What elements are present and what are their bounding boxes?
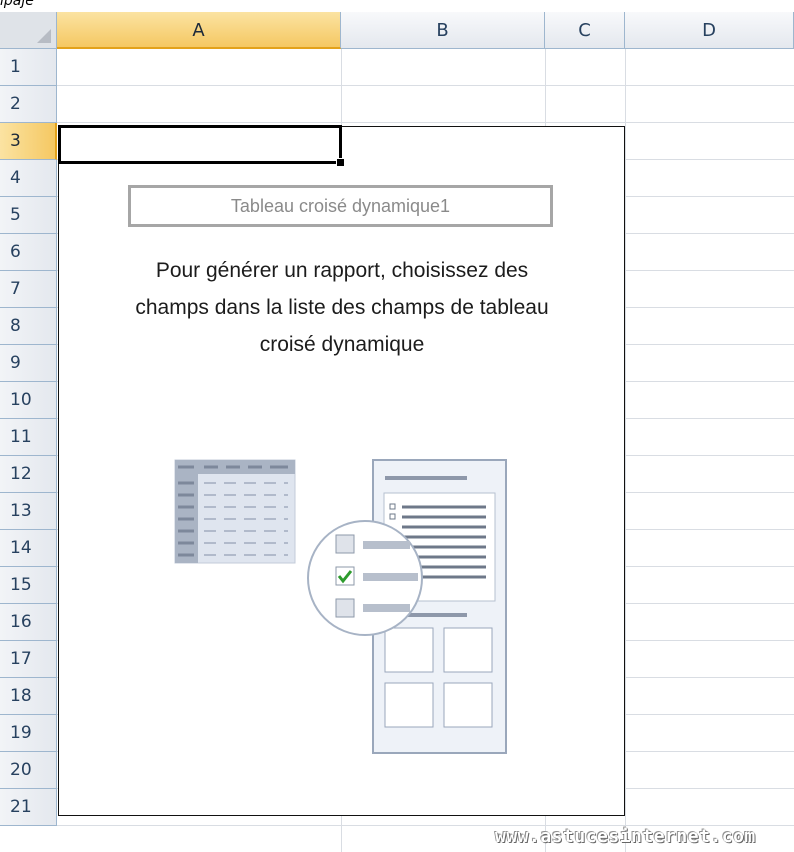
row-header-8[interactable]: 8: [0, 308, 57, 345]
row-header-21[interactable]: 21: [0, 789, 57, 826]
row-header-2[interactable]: 2: [0, 86, 57, 123]
column-gridline: [625, 49, 626, 852]
pivot-instruction-line: champs dans la liste des champs de table…: [135, 296, 549, 319]
column-header-c[interactable]: C: [545, 12, 625, 49]
row-header-7[interactable]: 7: [0, 271, 57, 308]
row-header-3[interactable]: 3: [0, 123, 57, 160]
pivot-instruction-line: croisé dynamique: [259, 333, 425, 356]
row-header-20[interactable]: 20: [0, 752, 57, 789]
cropped-label: ipaje: [0, 0, 34, 9]
column-header-a[interactable]: A: [57, 12, 341, 49]
watermark: www.astucesinternet.com: [495, 826, 756, 847]
pivot-field-list-illustration: [174, 459, 507, 754]
row-header-19[interactable]: 19: [0, 715, 57, 752]
row-header-18[interactable]: 18: [0, 678, 57, 715]
pivot-table-name: Tableau croisé dynamique1: [128, 185, 553, 227]
pivot-instruction-text: Pour générer un rapport, choisissez des …: [72, 252, 612, 363]
row-gridline: [57, 85, 794, 86]
row-header-12[interactable]: 12: [0, 456, 57, 493]
row-header-10[interactable]: 10: [0, 382, 57, 419]
fill-handle[interactable]: [336, 158, 345, 167]
checkbox-magnifier-icon: [307, 520, 423, 636]
column-header-b[interactable]: B: [341, 12, 545, 49]
row-header-11[interactable]: 11: [0, 419, 57, 456]
row-header-1[interactable]: 1: [0, 49, 57, 86]
top-cropped-text: ipaje: [0, 0, 794, 12]
row-header-5[interactable]: 5: [0, 197, 57, 234]
row-header-15[interactable]: 15: [0, 567, 57, 604]
row-gridline: [57, 122, 794, 123]
row-header-9[interactable]: 9: [0, 345, 57, 382]
row-header-14[interactable]: 14: [0, 530, 57, 567]
row-header-16[interactable]: 16: [0, 604, 57, 641]
column-header-d[interactable]: D: [625, 12, 794, 49]
row-header-4[interactable]: 4: [0, 160, 57, 197]
pivot-instruction-line: Pour générer un rapport, choisissez des: [155, 259, 529, 282]
select-all-triangle-icon: [37, 29, 51, 43]
spreadsheet: ipaje A B C D 1 2 3 4 5 6 7 8 9 10 11 12 13 14 15 16 17 1…: [0, 0, 794, 852]
row-header-6[interactable]: 6: [0, 234, 57, 271]
table-icon: [174, 459, 296, 564]
active-cell-a3[interactable]: [58, 125, 342, 164]
row-header-13[interactable]: 13: [0, 493, 57, 530]
select-all-button[interactable]: [0, 12, 57, 49]
row-header-17[interactable]: 17: [0, 641, 57, 678]
